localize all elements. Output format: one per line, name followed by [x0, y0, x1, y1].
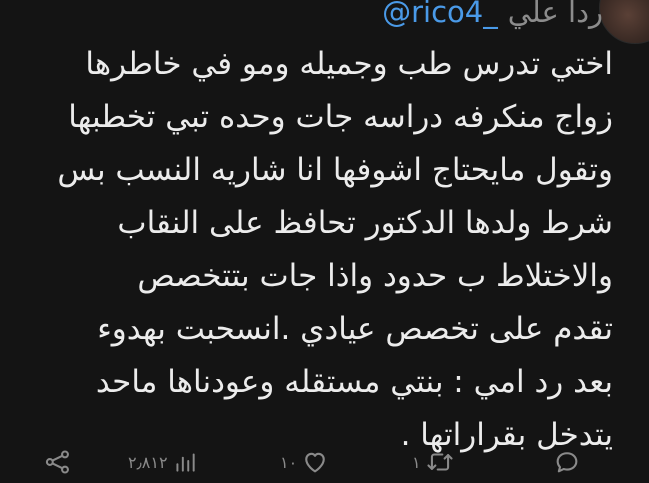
- like-button[interactable]: ١٠: [280, 448, 329, 476]
- views-button[interactable]: ٢٫٨١٢: [128, 448, 198, 476]
- like-count: ١٠: [280, 452, 298, 472]
- tweet-body-line: وتقول مايحتاج اشوفها انا شاريه النسب بس: [57, 152, 613, 188]
- retweet-button[interactable]: ١: [412, 448, 455, 476]
- tweet-body-line: شرط ولدها الدكتور تحافظ على النقاب: [117, 205, 613, 241]
- heart-icon: [301, 448, 329, 476]
- share-button[interactable]: [44, 448, 72, 476]
- views-count: ٢٫٨١٢: [128, 452, 168, 472]
- tweet-body: اختي تدرس طب وجميله ومو في خاطرها زواج م…: [33, 38, 613, 462]
- tweet-body-line: اختي تدرس طب وجميله ومو في خاطرها: [85, 46, 613, 82]
- tweet-body-line: زواج منكرفه دراسه جات وحده تبي تخطبها: [68, 99, 613, 135]
- display-name[interactable]: ردا علي: [508, 0, 603, 29]
- share-icon: [44, 448, 72, 476]
- tweet: ردا علي @rico4_ اختي تدرس طب وجميله ومو …: [0, 0, 649, 483]
- action-bar: ١ ١٠ ٢٫٨١٢: [0, 440, 649, 483]
- reply-button[interactable]: [553, 448, 581, 476]
- user-handle[interactable]: @rico4_: [382, 0, 498, 29]
- retweet-count: ١: [412, 452, 421, 472]
- retweet-icon: [425, 448, 455, 476]
- tweet-body-line: والاختلاط ب حدود واذا جات بتتخصص: [137, 258, 613, 294]
- tweet-body-line: تقدم على تخصص عيادي .انسحبت بهدوء: [97, 311, 613, 347]
- tweet-body-line: بعد رد امي : بنتي مستقله وعودناها ماحد: [95, 364, 613, 400]
- tweet-header: ردا علي @rico4_: [382, 0, 603, 30]
- views-chart-icon: [172, 448, 198, 476]
- reply-icon: [553, 448, 581, 476]
